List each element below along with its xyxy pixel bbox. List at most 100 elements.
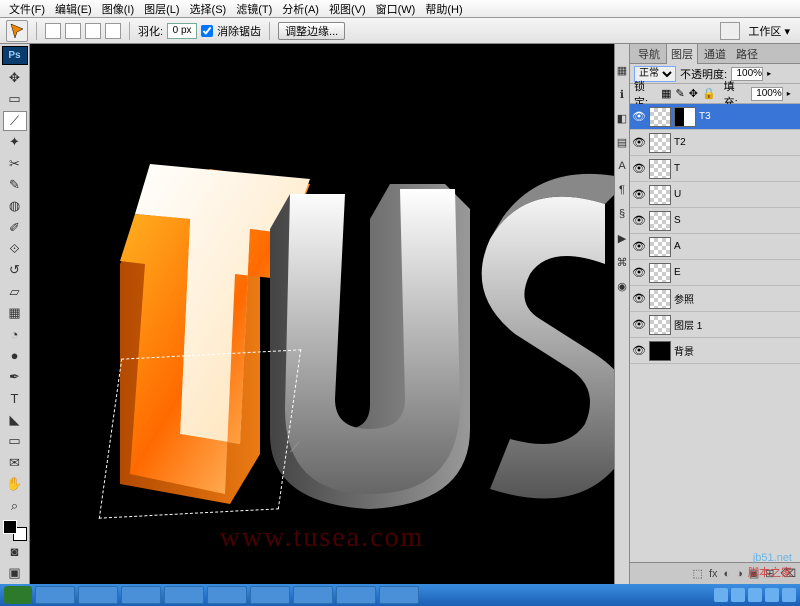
vpanel-actions-icon[interactable]: ▶ [615,232,629,246]
screenmode-icon[interactable]: ▣ [3,563,27,582]
dodge-tool[interactable]: ● [3,346,27,365]
blur-tool[interactable]: ◔ [3,325,27,344]
gradient-tool[interactable]: ▦ [3,304,27,323]
menu-window[interactable]: 窗口(W) [371,0,421,19]
tab-navigator[interactable]: 导航 [634,44,664,64]
vpanel-paragraph-icon[interactable]: ¶ [615,184,629,198]
selection-add-icon[interactable] [65,23,81,39]
taskbar-item[interactable] [336,586,376,604]
vpanel-styles-icon[interactable]: ⌘ [615,256,629,270]
lock-trans-icon[interactable]: ▦ [661,87,671,100]
menu-image[interactable]: 图像(I) [97,0,139,19]
vpanel-color-icon[interactable]: ◧ [615,112,629,126]
taskbar-item[interactable] [250,586,290,604]
lock-pos-icon[interactable]: ✥ [689,87,698,100]
color-swatch[interactable] [3,520,27,541]
taskbar-item[interactable] [35,586,75,604]
fill-input[interactable] [751,87,783,101]
type-tool[interactable]: T [3,389,27,408]
menu-edit[interactable]: 编辑(E) [50,0,97,19]
pen-tool[interactable]: ✒ [3,368,27,387]
visibility-eye-icon[interactable]: 👁 [632,240,646,254]
eyedropper-tool[interactable]: ✎ [3,175,27,194]
lock-all-icon[interactable]: 🔒 [702,87,716,100]
visibility-eye-icon[interactable]: 👁 [632,266,646,280]
quickmask-icon[interactable]: ◙ [3,542,27,561]
visibility-eye-icon[interactable]: 👁 [632,292,646,306]
history-brush-tool[interactable]: ↺ [3,261,27,280]
crop-tool[interactable]: ✂ [3,154,27,173]
layer-row[interactable]: 👁U [630,182,800,208]
vpanel-info-icon[interactable]: ℹ [615,88,629,102]
menu-layer[interactable]: 图层(L) [139,0,184,19]
taskbar-item[interactable] [379,586,419,604]
layer-row[interactable]: 👁A [630,234,800,260]
taskbar-item[interactable] [293,586,333,604]
menu-analysis[interactable]: 分析(A) [277,0,324,19]
selection-new-icon[interactable] [45,23,61,39]
tray-icon[interactable] [782,588,796,602]
visibility-eye-icon[interactable]: 👁 [632,344,646,358]
tab-channels[interactable]: 通道 [700,44,730,64]
layer-row[interactable]: 👁E [630,260,800,286]
vpanel-history-icon[interactable]: § [615,208,629,222]
taskbar-item[interactable] [164,586,204,604]
visibility-eye-icon[interactable]: 👁 [632,214,646,228]
path-tool[interactable]: ◣ [3,410,27,429]
vpanel-brushes-icon[interactable]: ◉ [615,280,629,294]
tab-layers[interactable]: 图层 [666,43,698,64]
selection-intersect-icon[interactable] [105,23,121,39]
canvas[interactable]: ⟋ www.tusea.com [30,44,614,584]
eraser-tool[interactable]: ▱ [3,282,27,301]
tray-icon[interactable] [731,588,745,602]
vpanel-swatches-icon[interactable]: ▤ [615,136,629,150]
taskbar-item[interactable] [207,586,247,604]
stamp-tool[interactable]: ⟐ [3,239,27,258]
shape-tool[interactable]: ▭ [3,432,27,451]
hand-tool[interactable]: ✋ [3,475,27,494]
taskbar-item[interactable] [78,586,118,604]
tab-paths[interactable]: 路径 [732,44,762,64]
layer-row[interactable]: 👁参照 [630,286,800,312]
move-tool[interactable]: ✥ [3,68,27,87]
active-tool-icon[interactable] [6,20,28,42]
layer-fx-icon[interactable]: fx [709,568,718,580]
tray-icon[interactable] [714,588,728,602]
wand-tool[interactable]: ✦ [3,133,27,152]
healing-tool[interactable]: ◍ [3,197,27,216]
layer-row[interactable]: 👁背景 [630,338,800,364]
lasso-tool[interactable]: ⟋ [3,111,27,130]
feather-input[interactable] [167,23,197,39]
visibility-eye-icon[interactable]: 👁 [632,136,646,150]
marquee-tool[interactable]: ▭ [3,90,27,109]
visibility-eye-icon[interactable]: 👁 [632,162,646,176]
layer-row[interactable]: 👁S [630,208,800,234]
visibility-eye-icon[interactable]: 👁 [632,110,646,124]
go-bridge-icon[interactable] [720,22,740,40]
antialias-checkbox[interactable] [201,25,213,37]
tray-icon[interactable] [765,588,779,602]
selection-subtract-icon[interactable] [85,23,101,39]
menu-help[interactable]: 帮助(H) [420,0,467,19]
refine-edge-button[interactable]: 调整边缘... [278,22,345,40]
workspace-menu[interactable]: 工作区 ▾ [744,23,794,39]
visibility-eye-icon[interactable]: 👁 [632,318,646,332]
layer-row[interactable]: 👁图层 1 [630,312,800,338]
tray-icon[interactable] [748,588,762,602]
brush-tool[interactable]: ✐ [3,218,27,237]
start-button[interactable] [4,586,32,604]
notes-tool[interactable]: ✉ [3,453,27,472]
lock-pixels-icon[interactable]: ✎ [676,87,685,100]
layer-row[interactable]: 👁T3 [630,104,800,130]
zoom-tool[interactable]: ⌕ [3,496,27,515]
layer-mask-icon[interactable]: ◐ [724,568,731,580]
menu-filter[interactable]: 滤镜(T) [231,0,277,19]
link-layers-icon[interactable]: ⬚ [693,567,703,580]
taskbar-item[interactable] [121,586,161,604]
adjustment-layer-icon[interactable]: ◑ [736,568,743,580]
vpanel-navigator-icon[interactable]: ▦ [615,64,629,78]
visibility-eye-icon[interactable]: 👁 [632,188,646,202]
menu-view[interactable]: 视图(V) [324,0,371,19]
layer-row[interactable]: 👁T2 [630,130,800,156]
vpanel-character-icon[interactable]: A [615,160,629,174]
